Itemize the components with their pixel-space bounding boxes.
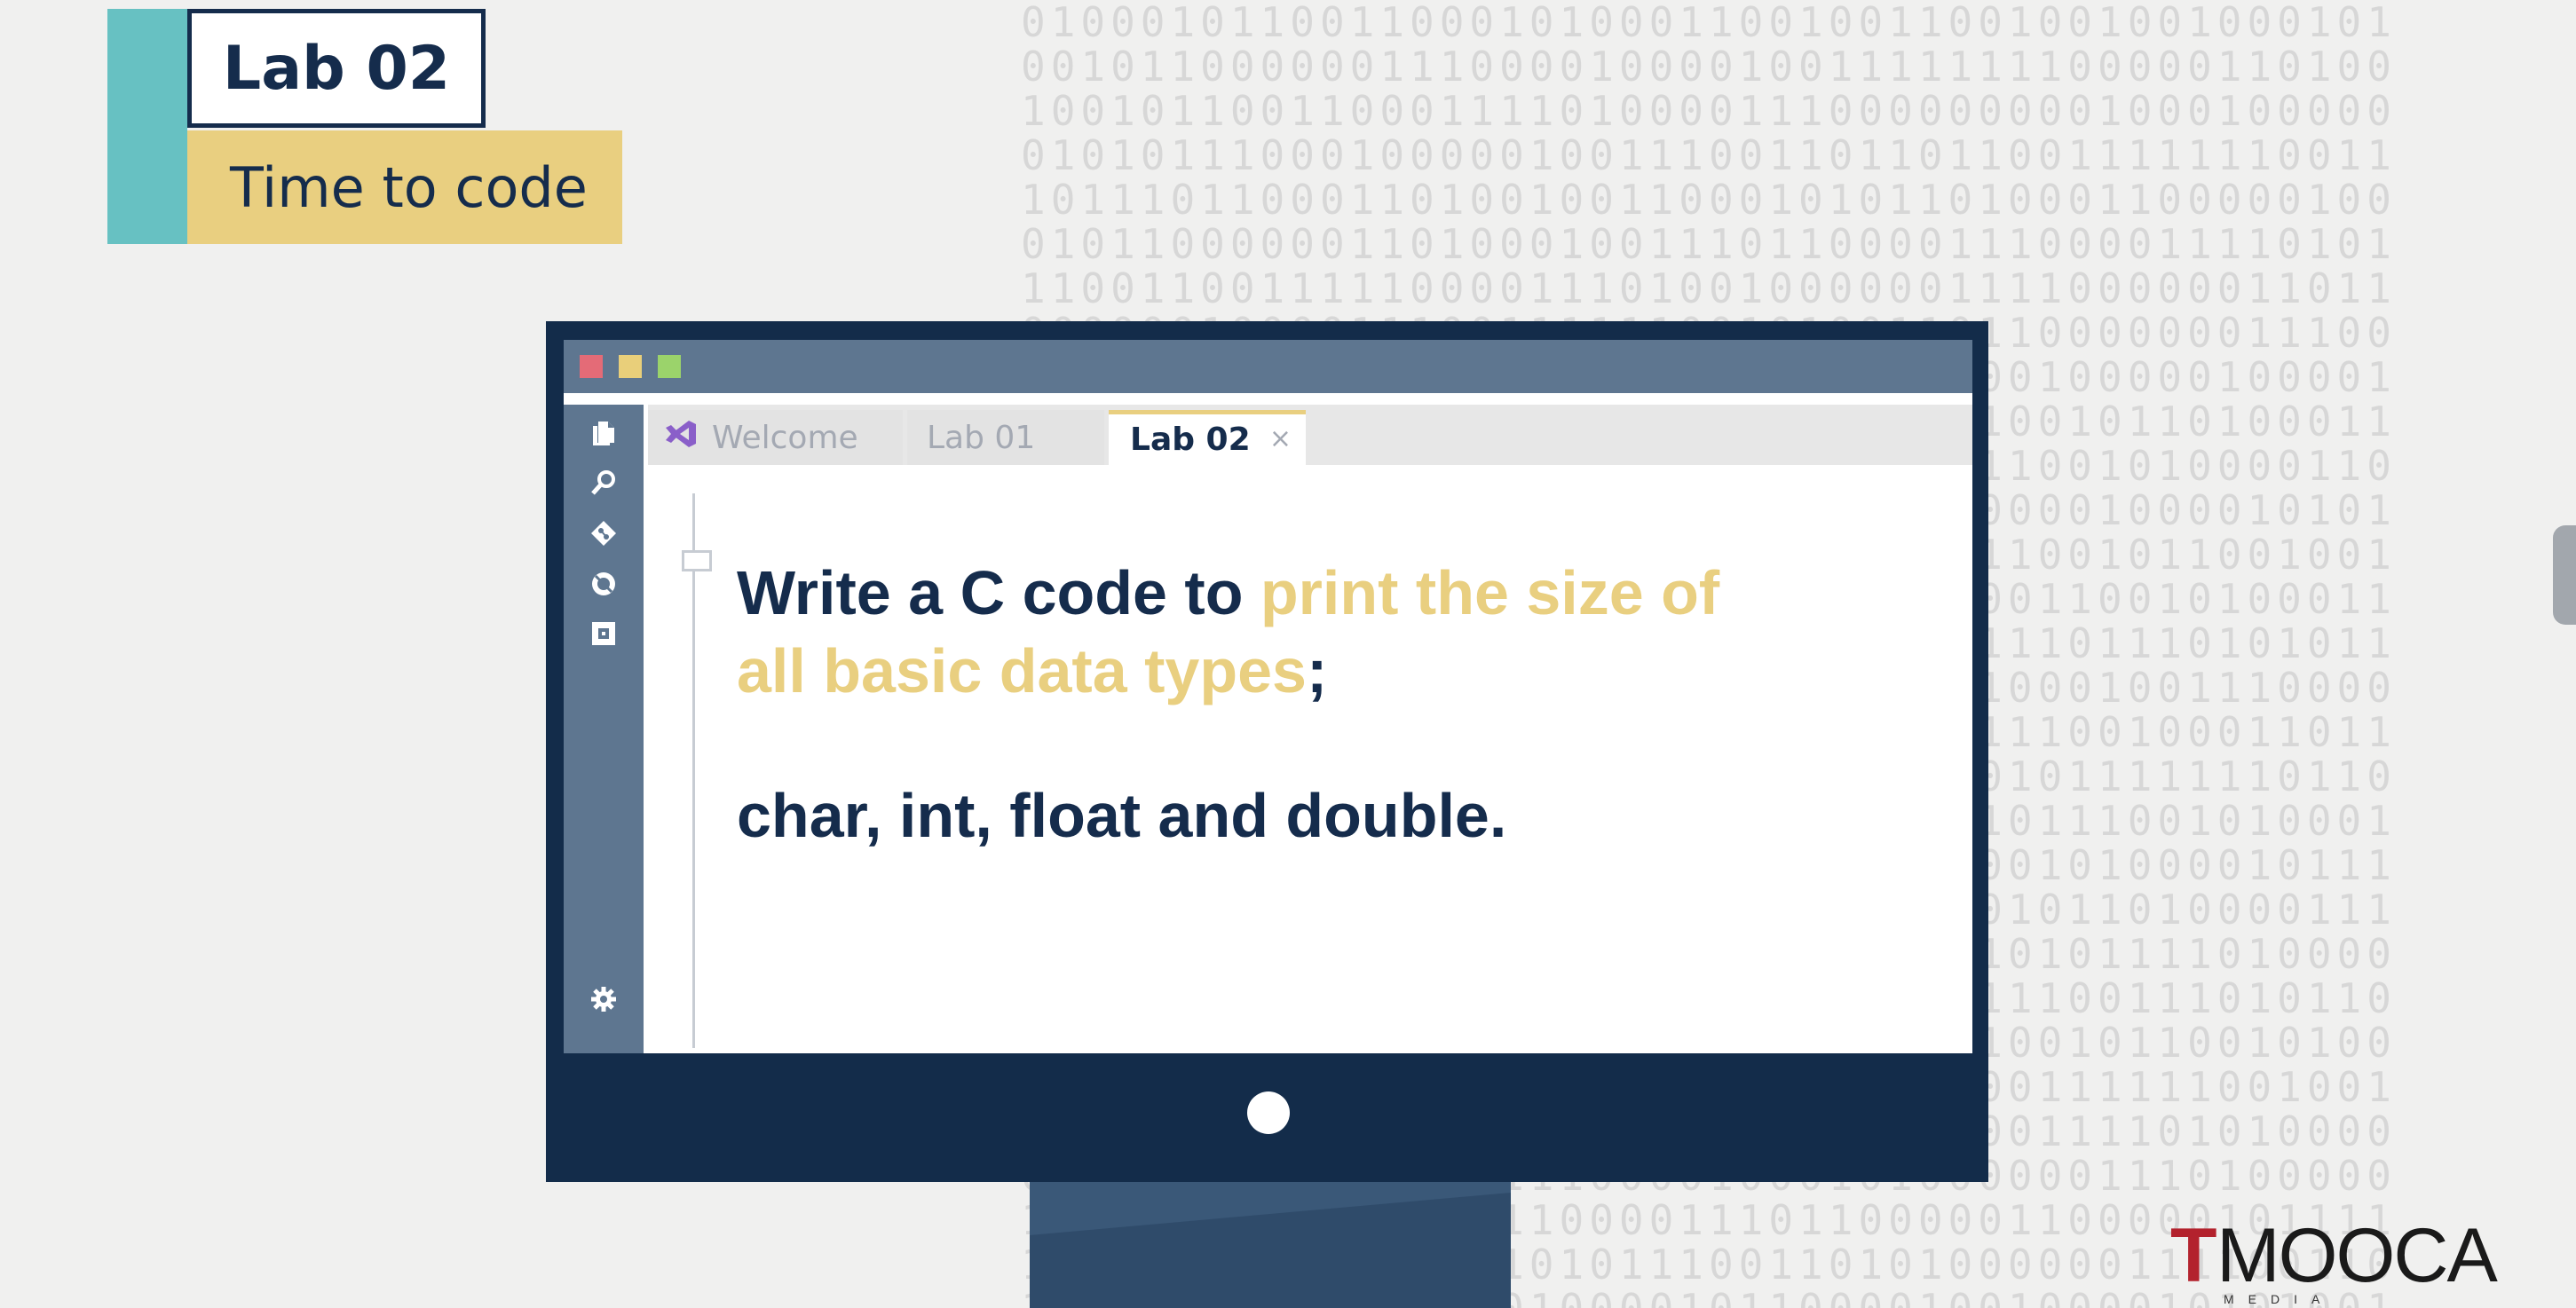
- logo-mark: T: [2170, 1213, 2217, 1298]
- binary-row: 0100010110011000101000110010011001001001…: [1021, 0, 2397, 46]
- editor-window: Welcome Lab 01 Lab 02 × Write a C code t…: [564, 340, 1972, 1053]
- task-line-2: all basic data types;: [737, 632, 1891, 710]
- editor-content[interactable]: Write a C code to print the size of all …: [648, 465, 1972, 1053]
- tab-label: Welcome: [712, 419, 858, 456]
- binary-row: 1011101100011010010011000101011010001100…: [1021, 176, 2397, 224]
- task-text-suffix: ;: [1306, 636, 1328, 705]
- lab-title: Lab 02: [187, 9, 486, 128]
- task-highlight-1: print the size of: [1260, 558, 1720, 627]
- search-icon[interactable]: [586, 465, 621, 500]
- task-text: Write a C code to print the size of all …: [737, 554, 1891, 710]
- teal-accent-bar: [107, 9, 187, 244]
- binary-row: 0101011100010000010011100110110110011111…: [1021, 131, 2397, 179]
- fold-marker-icon[interactable]: [682, 550, 712, 571]
- binary-row: 1100110011111000011101001000000111100000…: [1021, 264, 2397, 312]
- close-tab-icon[interactable]: ×: [1269, 423, 1292, 454]
- logo-name: MOOCA: [2216, 1213, 2498, 1298]
- tab-welcome[interactable]: Welcome: [648, 410, 903, 465]
- slide: 0100010110011000101000110010011001001001…: [0, 0, 2576, 1308]
- power-button[interactable]: [1247, 1091, 1290, 1134]
- tab-label: Lab 01: [927, 419, 1036, 456]
- close-window-button[interactable]: [580, 355, 603, 378]
- logo-tagline: MEDIA PRODUCTION: [2224, 1292, 2435, 1308]
- task-text-prefix: Write a C code to: [737, 558, 1260, 627]
- window-titlebar: [564, 340, 1972, 393]
- task-highlight-2: all basic data types: [737, 636, 1307, 705]
- minimize-window-button[interactable]: [619, 355, 642, 378]
- data-types-line: char, int, float and double.: [737, 781, 1507, 850]
- mooca-logo: T MOOCA MEDIA PRODUCTION: [2170, 1213, 2543, 1308]
- debug-icon[interactable]: [586, 566, 621, 602]
- visual-studio-icon: [664, 419, 698, 457]
- source-control-icon[interactable]: [586, 516, 621, 551]
- titlebar-divider: [564, 393, 1972, 405]
- tab-lab-02[interactable]: Lab 02 ×: [1109, 410, 1306, 465]
- binary-row: 0101100000011010001001110110000111000011…: [1021, 220, 2397, 268]
- title-block: Lab 02 Time to code: [107, 9, 622, 244]
- indent-guide: [692, 493, 695, 1048]
- tab-label: Lab 02: [1130, 422, 1251, 458]
- side-panel-handle[interactable]: [2553, 525, 2576, 625]
- task-line-1: Write a C code to print the size of: [737, 554, 1891, 632]
- activity-bar: [564, 405, 644, 1053]
- files-icon[interactable]: [586, 415, 621, 451]
- binary-row: 1001011001100011110100001110000000001000…: [1021, 87, 2397, 135]
- maximize-window-button[interactable]: [658, 355, 681, 378]
- lab-subtitle: Time to code: [187, 130, 622, 244]
- settings-icon[interactable]: [586, 981, 621, 1017]
- stand-shine: [1030, 1182, 1511, 1235]
- binary-row: 0010110000001110000100001001111111100000…: [1021, 43, 2397, 91]
- extensions-icon[interactable]: [586, 616, 621, 651]
- tab-lab-01[interactable]: Lab 01: [907, 410, 1104, 465]
- tab-bar: Welcome Lab 01 Lab 02 ×: [648, 405, 1972, 465]
- monitor-stand: [1030, 1182, 1511, 1308]
